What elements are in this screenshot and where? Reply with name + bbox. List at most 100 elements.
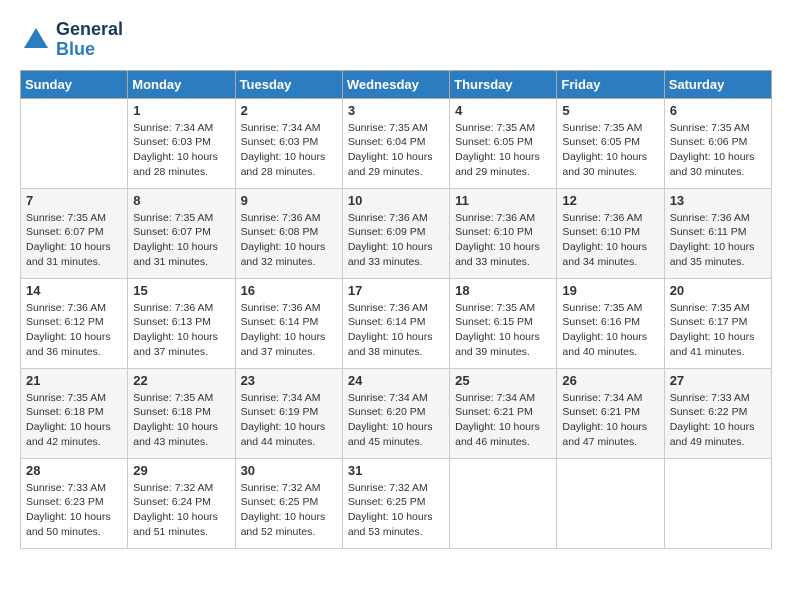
day-number: 18 bbox=[455, 283, 551, 298]
calendar-cell: 10 Sunrise: 7:36 AM Sunset: 6:09 PM Dayli… bbox=[342, 188, 449, 278]
cell-content: Sunrise: 7:35 AM Sunset: 6:07 PM Dayligh… bbox=[133, 211, 229, 270]
cell-content: Sunrise: 7:33 AM Sunset: 6:22 PM Dayligh… bbox=[670, 391, 766, 450]
calendar-cell bbox=[450, 458, 557, 548]
weekday-header-sunday: Sunday bbox=[21, 70, 128, 98]
calendar-cell: 12 Sunrise: 7:36 AM Sunset: 6:10 PM Dayli… bbox=[557, 188, 664, 278]
calendar-cell bbox=[21, 98, 128, 188]
day-number: 29 bbox=[133, 463, 229, 478]
cell-content: Sunrise: 7:35 AM Sunset: 6:18 PM Dayligh… bbox=[26, 391, 122, 450]
calendar-cell: 26 Sunrise: 7:34 AM Sunset: 6:21 PM Dayli… bbox=[557, 368, 664, 458]
calendar-cell: 15Sunrise: 7:36 AM Sunset: 6:13 PM Dayli… bbox=[128, 278, 235, 368]
week-row-5: 28 Sunrise: 7:33 AM Sunset: 6:23 PM Dayli… bbox=[21, 458, 772, 548]
calendar-cell: 11 Sunrise: 7:36 AM Sunset: 6:10 PM Dayli… bbox=[450, 188, 557, 278]
calendar-cell: 28 Sunrise: 7:33 AM Sunset: 6:23 PM Dayli… bbox=[21, 458, 128, 548]
day-number: 20 bbox=[670, 283, 766, 298]
day-number: 12 bbox=[562, 193, 658, 208]
cell-content: Sunrise: 7:36 AM Sunset: 6:10 PM Dayligh… bbox=[455, 211, 551, 270]
day-number: 11 bbox=[455, 193, 551, 208]
cell-content: Sunrise: 7:34 AM Sunset: 6:20 PM Dayligh… bbox=[348, 391, 444, 450]
week-row-1: 1 Sunrise: 7:34 AM Sunset: 6:03 PM Daylig… bbox=[21, 98, 772, 188]
cell-content: Sunrise: 7:35 AM Sunset: 6:16 PM Dayligh… bbox=[562, 301, 658, 360]
calendar-cell: 25Sunrise: 7:34 AM Sunset: 6:21 PM Dayli… bbox=[450, 368, 557, 458]
day-number: 9 bbox=[241, 193, 337, 208]
calendar-cell: 3Sunrise: 7:35 AM Sunset: 6:04 PM Daylig… bbox=[342, 98, 449, 188]
logo: General Blue bbox=[20, 20, 123, 60]
day-number: 19 bbox=[562, 283, 658, 298]
logo-text-blue: Blue bbox=[56, 40, 123, 60]
calendar-cell: 31Sunrise: 7:32 AM Sunset: 6:25 PM Dayli… bbox=[342, 458, 449, 548]
logo-text-general: General bbox=[56, 20, 123, 40]
week-row-2: 7 Sunrise: 7:35 AM Sunset: 6:07 PM Daylig… bbox=[21, 188, 772, 278]
calendar-cell bbox=[557, 458, 664, 548]
calendar-cell: 6Sunrise: 7:35 AM Sunset: 6:06 PM Daylig… bbox=[664, 98, 771, 188]
calendar-cell: 21 Sunrise: 7:35 AM Sunset: 6:18 PM Dayli… bbox=[21, 368, 128, 458]
calendar-cell: 29 Sunrise: 7:32 AM Sunset: 6:24 PM Dayli… bbox=[128, 458, 235, 548]
day-number: 30 bbox=[241, 463, 337, 478]
calendar-cell: 22 Sunrise: 7:35 AM Sunset: 6:18 PM Dayli… bbox=[128, 368, 235, 458]
weekday-header-monday: Monday bbox=[128, 70, 235, 98]
weekday-header-thursday: Thursday bbox=[450, 70, 557, 98]
page-header: General Blue bbox=[20, 20, 772, 60]
calendar-cell: 23Sunrise: 7:34 AM Sunset: 6:19 PM Dayli… bbox=[235, 368, 342, 458]
day-number: 2 bbox=[241, 103, 337, 118]
day-number: 8 bbox=[133, 193, 229, 208]
day-number: 15 bbox=[133, 283, 229, 298]
day-number: 5 bbox=[562, 103, 658, 118]
day-number: 25 bbox=[455, 373, 551, 388]
day-number: 28 bbox=[26, 463, 122, 478]
cell-content: Sunrise: 7:36 AM Sunset: 6:08 PM Dayligh… bbox=[241, 211, 337, 270]
calendar-cell: 5Sunrise: 7:35 AM Sunset: 6:05 PM Daylig… bbox=[557, 98, 664, 188]
day-number: 22 bbox=[133, 373, 229, 388]
cell-content: Sunrise: 7:35 AM Sunset: 6:07 PM Dayligh… bbox=[26, 211, 122, 270]
calendar-cell: 2 Sunrise: 7:34 AM Sunset: 6:03 PM Daylig… bbox=[235, 98, 342, 188]
cell-content: Sunrise: 7:35 AM Sunset: 6:04 PM Dayligh… bbox=[348, 121, 444, 180]
day-number: 27 bbox=[670, 373, 766, 388]
day-number: 4 bbox=[455, 103, 551, 118]
day-number: 14 bbox=[26, 283, 122, 298]
week-row-3: 14 Sunrise: 7:36 AM Sunset: 6:12 PM Dayli… bbox=[21, 278, 772, 368]
cell-content: Sunrise: 7:36 AM Sunset: 6:14 PM Dayligh… bbox=[348, 301, 444, 360]
cell-content: Sunrise: 7:36 AM Sunset: 6:14 PM Dayligh… bbox=[241, 301, 337, 360]
calendar-cell: 16 Sunrise: 7:36 AM Sunset: 6:14 PM Dayli… bbox=[235, 278, 342, 368]
calendar-cell: 20 Sunrise: 7:35 AM Sunset: 6:17 PM Dayli… bbox=[664, 278, 771, 368]
calendar-cell: 19 Sunrise: 7:35 AM Sunset: 6:16 PM Dayli… bbox=[557, 278, 664, 368]
day-number: 7 bbox=[26, 193, 122, 208]
day-number: 10 bbox=[348, 193, 444, 208]
cell-content: Sunrise: 7:34 AM Sunset: 6:19 PM Dayligh… bbox=[241, 391, 337, 450]
week-row-4: 21 Sunrise: 7:35 AM Sunset: 6:18 PM Dayli… bbox=[21, 368, 772, 458]
calendar-cell: 4 Sunrise: 7:35 AM Sunset: 6:05 PM Daylig… bbox=[450, 98, 557, 188]
logo-icon bbox=[20, 24, 52, 56]
day-number: 13 bbox=[670, 193, 766, 208]
cell-content: Sunrise: 7:32 AM Sunset: 6:25 PM Dayligh… bbox=[348, 481, 444, 540]
cell-content: Sunrise: 7:33 AM Sunset: 6:23 PM Dayligh… bbox=[26, 481, 122, 540]
weekday-header-saturday: Saturday bbox=[664, 70, 771, 98]
calendar-cell: 1Sunrise: 7:34 AM Sunset: 6:03 PM Daylig… bbox=[128, 98, 235, 188]
calendar-cell: 9 Sunrise: 7:36 AM Sunset: 6:08 PM Daylig… bbox=[235, 188, 342, 278]
cell-content: Sunrise: 7:36 AM Sunset: 6:09 PM Dayligh… bbox=[348, 211, 444, 270]
calendar-cell: 18 Sunrise: 7:35 AM Sunset: 6:15 PM Dayli… bbox=[450, 278, 557, 368]
weekday-header-wednesday: Wednesday bbox=[342, 70, 449, 98]
day-number: 21 bbox=[26, 373, 122, 388]
cell-content: Sunrise: 7:36 AM Sunset: 6:12 PM Dayligh… bbox=[26, 301, 122, 360]
calendar-cell: 13Sunrise: 7:36 AM Sunset: 6:11 PM Dayli… bbox=[664, 188, 771, 278]
cell-content: Sunrise: 7:32 AM Sunset: 6:25 PM Dayligh… bbox=[241, 481, 337, 540]
day-number: 16 bbox=[241, 283, 337, 298]
cell-content: Sunrise: 7:34 AM Sunset: 6:21 PM Dayligh… bbox=[562, 391, 658, 450]
calendar-cell: 24 Sunrise: 7:34 AM Sunset: 6:20 PM Dayli… bbox=[342, 368, 449, 458]
day-number: 1 bbox=[133, 103, 229, 118]
calendar-cell: 30 Sunrise: 7:32 AM Sunset: 6:25 PM Dayli… bbox=[235, 458, 342, 548]
cell-content: Sunrise: 7:35 AM Sunset: 6:17 PM Dayligh… bbox=[670, 301, 766, 360]
cell-content: Sunrise: 7:34 AM Sunset: 6:03 PM Dayligh… bbox=[241, 121, 337, 180]
weekday-header-friday: Friday bbox=[557, 70, 664, 98]
calendar-table: SundayMondayTuesdayWednesdayThursdayFrid… bbox=[20, 70, 772, 549]
day-number: 6 bbox=[670, 103, 766, 118]
day-number: 24 bbox=[348, 373, 444, 388]
calendar-cell: 17Sunrise: 7:36 AM Sunset: 6:14 PM Dayli… bbox=[342, 278, 449, 368]
cell-content: Sunrise: 7:36 AM Sunset: 6:10 PM Dayligh… bbox=[562, 211, 658, 270]
cell-content: Sunrise: 7:32 AM Sunset: 6:24 PM Dayligh… bbox=[133, 481, 229, 540]
weekday-header-tuesday: Tuesday bbox=[235, 70, 342, 98]
cell-content: Sunrise: 7:35 AM Sunset: 6:18 PM Dayligh… bbox=[133, 391, 229, 450]
cell-content: Sunrise: 7:35 AM Sunset: 6:05 PM Dayligh… bbox=[455, 121, 551, 180]
day-number: 26 bbox=[562, 373, 658, 388]
cell-content: Sunrise: 7:35 AM Sunset: 6:15 PM Dayligh… bbox=[455, 301, 551, 360]
